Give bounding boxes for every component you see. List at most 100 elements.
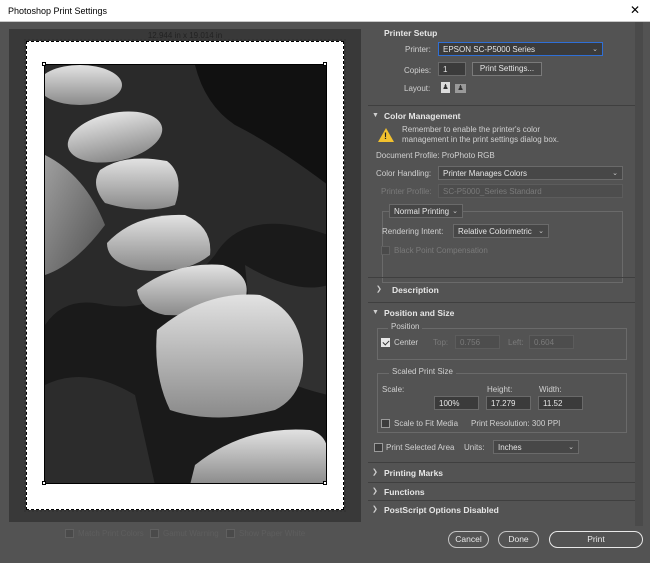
printer-label: Printer:: [405, 45, 431, 54]
scrollbar[interactable]: [635, 22, 643, 526]
scale-label: Scale:: [382, 385, 405, 394]
units-value: Inches: [498, 443, 522, 452]
portrait-layout-icon[interactable]: ♟: [441, 82, 450, 93]
done-button[interactable]: Done: [498, 531, 539, 548]
crop-handle-tl[interactable]: [42, 62, 46, 66]
expand-triangle-icon[interactable]: ❯: [376, 285, 382, 293]
print-settings-dialog: Photoshop Print Settings ✕ 12.944 in x 1…: [0, 0, 650, 563]
collapse-triangle-icon[interactable]: ▼: [372, 309, 379, 316]
cancel-button[interactable]: Cancel: [448, 531, 489, 548]
rendering-intent-value: Relative Colorimetric: [458, 227, 532, 236]
gamut-warning-label: Gamut Warning: [163, 529, 219, 538]
dimensions-label: 12.944 in x 19.014 in: [147, 31, 223, 40]
center-label: Center: [394, 338, 419, 347]
crop-handle-bl[interactable]: [42, 481, 46, 485]
divider: [368, 277, 643, 278]
warning-text-line2: management in the print settings dialog …: [402, 135, 559, 144]
match-print-colors-checkbox[interactable]: [65, 529, 74, 538]
top-label: Top:: [433, 338, 449, 347]
left-input[interactable]: 0.604: [529, 335, 574, 349]
collapse-triangle-icon[interactable]: ▼: [372, 112, 379, 119]
scale-input[interactable]: 100%: [434, 396, 479, 410]
gamut-warning-option[interactable]: Gamut Warning: [150, 529, 219, 538]
chevron-down-icon: ⌄: [592, 46, 598, 53]
show-paper-white-label: Show Paper White: [239, 529, 306, 538]
divider: [368, 500, 643, 501]
left-label: Left:: [508, 338, 524, 347]
color-handling-value: Printer Manages Colors: [443, 169, 528, 178]
warning-text-line1: Remember to enable the printer's color: [402, 125, 541, 134]
match-print-colors-label: Match Print Colors: [78, 529, 144, 538]
scale-to-fit-checkbox[interactable]: [381, 419, 390, 428]
printer-profile-value: SC-P5000_Series Standard: [443, 187, 542, 196]
print-selected-area-checkbox[interactable]: [374, 443, 383, 452]
printer-value: EPSON SC-P5000 Series: [443, 45, 536, 54]
copies-label: Copies:: [404, 66, 432, 75]
photo-preview[interactable]: [44, 64, 327, 484]
normal-printing-select[interactable]: Normal Printing ⌄: [389, 204, 463, 218]
close-icon[interactable]: ✕: [628, 3, 642, 17]
crop-handle-br[interactable]: [323, 481, 327, 485]
position-label: Position: [388, 322, 423, 331]
scaled-print-size-label: Scaled Print Size: [389, 367, 456, 376]
top-input[interactable]: 0.756: [455, 335, 500, 349]
expand-triangle-icon[interactable]: ❯: [372, 487, 378, 495]
height-input[interactable]: 17.279: [486, 396, 531, 410]
color-handling-label: Color Handling:: [376, 169, 432, 178]
postscript-title[interactable]: PostScript Options Disabled: [384, 505, 499, 515]
crop-handle-tr[interactable]: [323, 62, 327, 66]
print-selected-area-label: Print Selected Area: [386, 443, 455, 452]
color-management-title: Color Management: [384, 111, 461, 121]
center-checkbox[interactable]: [381, 338, 390, 347]
divider: [368, 482, 643, 483]
normal-printing-value: Normal Printing: [394, 207, 450, 216]
rendering-intent-select[interactable]: Relative Colorimetric ⌄: [453, 224, 549, 238]
position-size-title: Position and Size: [384, 308, 455, 318]
window-title: Photoshop Print Settings: [8, 6, 108, 16]
warning-icon: !: [378, 128, 394, 142]
expand-triangle-icon[interactable]: ❯: [372, 468, 378, 476]
show-paper-white-option[interactable]: Show Paper White: [226, 529, 305, 538]
expand-triangle-icon[interactable]: ❯: [372, 505, 378, 513]
preview-options: Match Print Colors Gamut Warning Show Pa…: [0, 529, 370, 541]
print-resolution: Print Resolution: 300 PPI: [471, 419, 561, 428]
height-label: Height:: [487, 385, 513, 394]
color-handling-select[interactable]: Printer Manages Colors ⌄: [438, 166, 623, 180]
chevron-down-icon: ⌄: [612, 170, 618, 177]
stepping-stones-image: [45, 65, 326, 483]
chevron-down-icon: ⌄: [568, 444, 574, 451]
rendering-intent-label: Rendering Intent:: [382, 227, 444, 236]
printing-marks-title[interactable]: Printing Marks: [384, 468, 443, 478]
printer-setup-title: Printer Setup: [384, 28, 438, 38]
printer-select[interactable]: EPSON SC-P5000 Series ⌄: [438, 42, 603, 56]
divider: [368, 105, 643, 106]
width-label: Width:: [539, 385, 562, 394]
printer-profile-label: Printer Profile:: [381, 187, 432, 196]
description-title[interactable]: Description: [392, 285, 439, 295]
paper-preview: [24, 39, 346, 512]
show-paper-white-checkbox[interactable]: [226, 529, 235, 538]
divider: [368, 462, 643, 463]
units-select[interactable]: Inches ⌄: [493, 440, 579, 454]
landscape-layout-icon[interactable]: ♟: [455, 84, 466, 93]
print-preview: 12.944 in x 19.014 in: [9, 29, 361, 522]
printer-profile-select[interactable]: SC-P5000_Series Standard: [438, 184, 623, 198]
width-input[interactable]: 11.52: [538, 396, 583, 410]
copies-input[interactable]: 1: [438, 62, 466, 76]
units-label: Units:: [464, 443, 485, 452]
gamut-warning-checkbox[interactable]: [150, 529, 159, 538]
chevron-down-icon: ⌄: [538, 228, 544, 235]
chevron-down-icon: ⌄: [452, 208, 458, 215]
print-button[interactable]: Print: [549, 531, 643, 548]
title-bar: Photoshop Print Settings ✕: [0, 0, 650, 22]
document-profile: Document Profile: ProPhoto RGB: [376, 151, 495, 160]
black-point-label: Black Point Compensation: [394, 246, 488, 255]
match-print-colors-option[interactable]: Match Print Colors: [65, 529, 144, 538]
scale-to-fit-label: Scale to Fit Media: [394, 419, 459, 428]
black-point-checkbox[interactable]: [381, 246, 390, 255]
divider: [368, 302, 643, 303]
settings-panel: Printer Setup Printer: EPSON SC-P5000 Se…: [368, 22, 643, 526]
layout-label: Layout:: [404, 84, 431, 93]
print-settings-button[interactable]: Print Settings...: [472, 62, 542, 76]
functions-title[interactable]: Functions: [384, 487, 425, 497]
